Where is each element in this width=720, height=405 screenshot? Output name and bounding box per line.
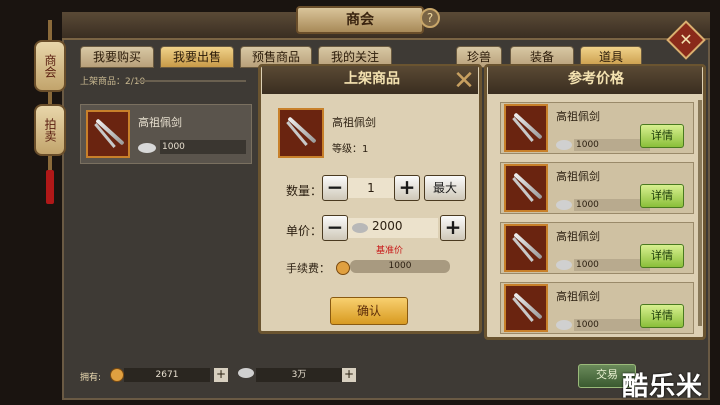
add-silver-button[interactable]: + (342, 368, 356, 382)
quantity-plus-button[interactable]: + (394, 175, 420, 201)
reference-price-title: 参考价格 (568, 71, 624, 87)
sword-icon (86, 110, 130, 158)
reference-item-name: 高祖佩剑 (556, 170, 600, 183)
silver-icon (138, 143, 156, 153)
fee-label: 手续费： (286, 262, 330, 275)
fee-value: 1000 (350, 260, 450, 273)
window-title: 商会 (296, 6, 424, 34)
quantity-field[interactable]: 1 (348, 178, 394, 198)
tassel-decoration (46, 170, 54, 204)
reference-item-price: 1000 (574, 259, 650, 271)
owned-label: 拥有: (80, 373, 102, 383)
reference-item-name: 高祖佩剑 (556, 290, 600, 303)
price-plus-button[interactable]: + (440, 215, 466, 241)
silver-icon (238, 368, 254, 378)
reference-item-price: 1000 (574, 139, 650, 151)
reference-item-price: 1000 (574, 199, 650, 211)
reference-item-name: 高祖佩剑 (556, 230, 600, 243)
reference-item-name: 高祖佩剑 (556, 110, 600, 123)
reference-scrollbar[interactable] (698, 100, 702, 326)
sword-icon (504, 284, 548, 332)
quantity-label: 数量： (286, 184, 323, 198)
tab-buy[interactable]: 我要购买 (80, 46, 154, 68)
silver-icon (352, 223, 368, 233)
silver-icon (556, 140, 572, 150)
sword-icon (278, 108, 324, 158)
side-tab-market[interactable]: 商会 (34, 40, 66, 92)
silver-icon (556, 320, 572, 330)
sword-icon (504, 104, 548, 152)
watermark: 酷乐米 (622, 372, 704, 402)
listed-progress-bar (136, 80, 246, 82)
details-button[interactable]: 详情 (640, 184, 684, 208)
coin-icon (336, 261, 350, 275)
side-tab-auction[interactable]: 拍卖 (34, 104, 66, 156)
item-name: 高祖佩剑 (332, 116, 376, 129)
coin-icon (110, 368, 124, 382)
add-coins-button[interactable]: + (214, 368, 228, 382)
listed-item-price: 1000 (160, 140, 246, 154)
help-icon[interactable]: ? (420, 8, 440, 28)
silver-icon (556, 260, 572, 270)
confirm-button[interactable]: 确认 (330, 297, 408, 325)
listed-item-name: 高祖佩剑 (138, 116, 182, 129)
price-minus-button[interactable]: − (322, 215, 348, 241)
details-button[interactable]: 详情 (640, 124, 684, 148)
quantity-max-button[interactable]: 最大 (424, 175, 466, 201)
listing-dialog-title: 上架商品 (344, 71, 400, 87)
unit-price-label: 单价： (286, 224, 323, 238)
unit-price-value: 2000 (372, 219, 403, 233)
close-icon: ✕ (679, 30, 693, 49)
base-price-label: 基准价 (376, 246, 404, 256)
sword-icon (504, 224, 548, 272)
details-button[interactable]: 详情 (640, 304, 684, 328)
silver-icon (556, 200, 572, 210)
quantity-minus-button[interactable]: − (322, 175, 348, 201)
close-icon[interactable]: ✕ (452, 68, 476, 94)
item-level: 等级：1 (332, 144, 369, 155)
owned-silver: 3万 (256, 368, 342, 382)
sword-icon (504, 164, 548, 212)
reference-item-price: 1000 (574, 319, 650, 331)
tab-sell[interactable]: 我要出售 (160, 46, 234, 68)
details-button[interactable]: 详情 (640, 244, 684, 268)
owned-coins: 2671 (124, 368, 210, 382)
